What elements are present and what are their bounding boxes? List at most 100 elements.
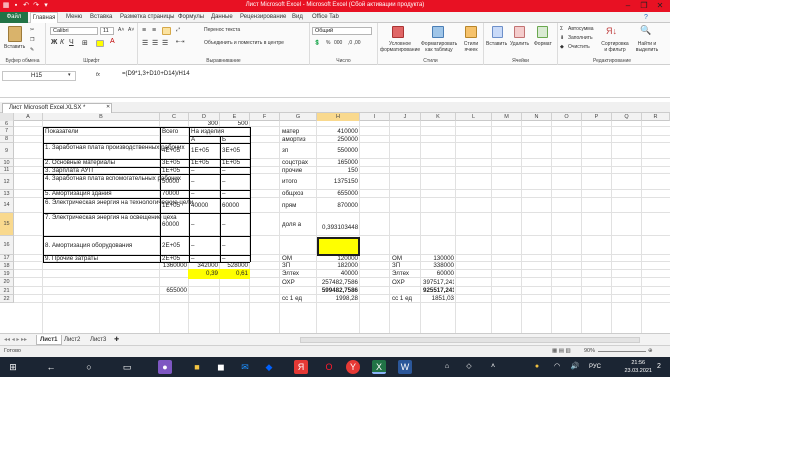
column-header-o[interactable]: O (552, 113, 582, 121)
tab-office-tab[interactable]: Office Tab (312, 14, 339, 23)
find-icon[interactable]: 🔍 (640, 25, 651, 36)
cell-c13[interactable]: 70000 (162, 190, 188, 198)
tab-review[interactable]: Рецензирование (240, 14, 286, 23)
cell-h13[interactable]: 655000 (319, 190, 358, 198)
cell-d15[interactable]: – (191, 213, 219, 236)
paste-icon[interactable] (8, 26, 22, 42)
cell-d9[interactable]: 1E+05 (191, 143, 219, 159)
column-header-m[interactable]: M (492, 113, 522, 121)
task-view-icon[interactable]: ▭ (120, 360, 134, 374)
row-header-17[interactable]: 17 (0, 255, 14, 262)
zoom-slider[interactable] (598, 351, 646, 352)
cell-e15[interactable]: – (222, 213, 249, 236)
paste-button[interactable]: Вставить (4, 44, 25, 50)
zoom-level[interactable]: 90% (584, 346, 595, 357)
autosum-icon[interactable]: Σ (560, 26, 563, 32)
format-table-button[interactable]: Форматировать как таблицу (421, 41, 457, 53)
row-header-18[interactable]: 18 (0, 262, 14, 270)
cell-d18[interactable]: 342000 (191, 262, 218, 270)
row-header-21[interactable]: 21 (0, 287, 14, 295)
volume-icon[interactable]: 🔊 (568, 360, 582, 374)
cell-d7[interactable]: На изделия (191, 127, 251, 136)
formula-input[interactable]: =(D9*1,3+D10+D14)/H14 (122, 71, 190, 77)
row-header-14[interactable]: 14 (0, 198, 14, 213)
cell-d10[interactable]: 1E+05 (191, 159, 219, 167)
column-header-q[interactable]: Q (612, 113, 642, 121)
sheet-tab-2[interactable]: Лист2 (64, 335, 80, 345)
cell-styles-button[interactable]: Стили ячеек (459, 41, 483, 53)
cell-h9[interactable]: 550000 (319, 143, 358, 159)
notifications-icon[interactable]: 2 (652, 360, 666, 374)
tab-data[interactable]: Данные (211, 14, 233, 23)
cell-h7[interactable]: 410000 (319, 127, 358, 136)
conditional-format-icon[interactable] (392, 26, 404, 38)
cell-h12[interactable]: 1375150 (319, 174, 358, 190)
column-header-i[interactable]: I (360, 113, 390, 121)
thousands-button[interactable]: 000 (334, 40, 342, 46)
cell-k17[interactable]: 130000 (423, 255, 454, 262)
tab-page-layout[interactable]: Разметка страницы (120, 14, 174, 23)
select-all-corner[interactable] (0, 113, 14, 121)
notification-tray-icon[interactable]: ˄ (486, 360, 500, 374)
cell-styles-icon[interactable] (465, 26, 477, 38)
column-header-k[interactable]: K (421, 113, 456, 121)
restore-button[interactable]: ❐ (636, 0, 652, 12)
row-header-22[interactable]: 22 (0, 295, 14, 303)
grow-font-icon[interactable]: A˄ (118, 27, 124, 33)
cell-e9[interactable]: 3E+05 (222, 143, 249, 159)
name-box-dropdown-icon[interactable]: ▾ (68, 72, 71, 78)
tray-icon[interactable]: ◇ (462, 360, 476, 374)
insert-function-icon[interactable]: fx (96, 72, 100, 78)
cell-c10[interactable]: 3E+05 (162, 159, 188, 167)
close-button[interactable]: ✕ (652, 0, 668, 12)
cell-d12[interactable]: – (191, 174, 219, 190)
fill-color-icon[interactable] (96, 40, 104, 47)
cell-c21[interactable]: 655000 (162, 287, 187, 295)
decimal-icon[interactable]: ,0 ,00 (348, 40, 361, 46)
back-icon[interactable]: ← (44, 360, 58, 374)
format-table-icon[interactable] (432, 26, 444, 38)
cell-h15[interactable]: 0,393103448 (322, 213, 361, 236)
bold-icon[interactable]: Ж (51, 39, 57, 46)
format-cells-icon[interactable] (537, 26, 548, 38)
fill-icon[interactable]: ⬇ (560, 35, 564, 41)
insert-cells-button[interactable]: Вставить (486, 41, 507, 47)
sort-filter-button[interactable]: Сортировка и фильтр (600, 41, 630, 53)
tab-formulas[interactable]: Формулы (178, 14, 204, 23)
delete-cells-icon[interactable] (514, 26, 525, 38)
row-header-7[interactable]: 7 (0, 127, 14, 136)
column-header-p[interactable]: P (582, 113, 612, 121)
opera-icon[interactable]: O (322, 360, 336, 374)
cell-b16[interactable]: 8. Амортизация оборудования (45, 236, 160, 255)
workbook-tab[interactable]: Лист Microsoft Excel.XLSX * (2, 103, 112, 113)
view-normal-icon[interactable]: ▦ ▤ ▥ (552, 346, 571, 357)
cell-e12[interactable]: – (222, 174, 249, 190)
cell-k22[interactable]: 1851,03 (423, 295, 454, 303)
language-indicator[interactable]: РУС (586, 360, 604, 374)
cell-c17[interactable]: 2E+05 (162, 255, 188, 262)
column-header-b[interactable]: B (43, 113, 160, 121)
cell-k21[interactable]: 925517,241 (423, 287, 454, 295)
merge-center-button[interactable]: Объединить и поместить в центре (204, 40, 284, 46)
borders-icon[interactable]: ⊞ (82, 39, 88, 47)
cell-d11[interactable]: – (191, 167, 219, 174)
cell-e17[interactable]: – (222, 255, 249, 262)
number-format-combo[interactable]: Общий (312, 27, 372, 35)
column-header-j[interactable]: J (390, 113, 421, 121)
row-header-20[interactable]: 20 (0, 278, 14, 287)
name-box[interactable]: H15 (2, 71, 76, 81)
cell-d16[interactable]: – (191, 236, 219, 255)
clock[interactable]: 21:56 23.03.2021 (624, 359, 652, 375)
row-header-9[interactable]: 9 (0, 143, 14, 159)
dropbox-icon[interactable]: ◆ (262, 360, 276, 374)
search-icon[interactable]: ○ (82, 360, 96, 374)
store-icon[interactable]: ◼ (214, 360, 228, 374)
column-header-h[interactable]: H (317, 113, 360, 121)
row-header-10[interactable]: 10 (0, 159, 14, 167)
copy-icon[interactable]: ❐ (30, 37, 34, 43)
align-middle-icon[interactable]: ≡ (152, 27, 156, 34)
tab-file[interactable]: Файл (0, 12, 28, 23)
cell-b17[interactable]: 9. Прочие затраты (45, 255, 160, 262)
insert-cells-icon[interactable] (492, 26, 503, 38)
autosum-button[interactable]: Автосумма (568, 26, 594, 32)
